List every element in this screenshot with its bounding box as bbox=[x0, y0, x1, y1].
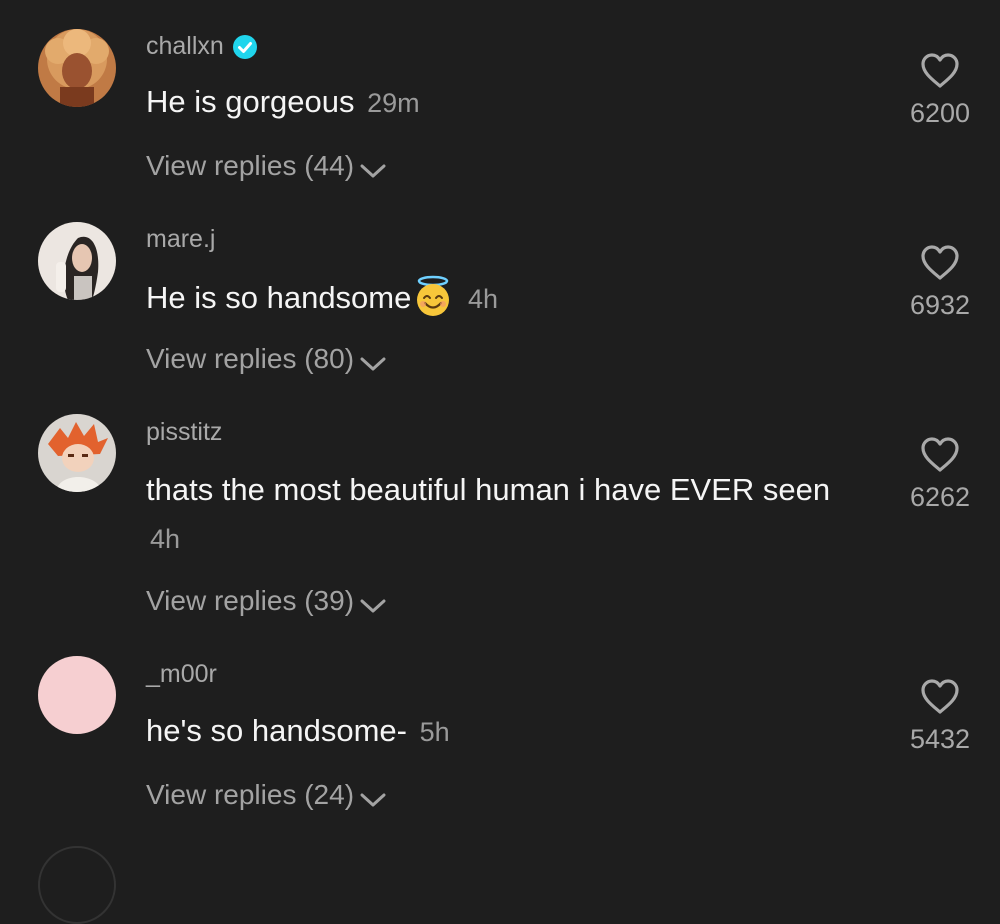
view-replies-label: View replies (39) bbox=[146, 585, 355, 616]
avatar[interactable] bbox=[38, 656, 116, 734]
like-button[interactable]: 6262 bbox=[902, 436, 978, 513]
chevron-down-icon bbox=[358, 591, 388, 613]
comment-body: he's so handsome- bbox=[146, 713, 407, 748]
verified-badge-icon bbox=[232, 34, 258, 60]
like-button[interactable]: 6200 bbox=[902, 52, 978, 129]
username[interactable]: mare.j bbox=[146, 225, 215, 254]
heart-outline-icon[interactable] bbox=[919, 244, 961, 282]
view-replies-button[interactable]: View replies (80) bbox=[146, 343, 388, 375]
avatar[interactable] bbox=[38, 414, 116, 492]
avatar[interactable] bbox=[38, 222, 116, 300]
comment-time: 29m bbox=[367, 88, 420, 118]
view-replies-label: View replies (44) bbox=[146, 150, 355, 181]
comment-text: He is so handsome 4h bbox=[146, 274, 866, 323]
comment-text: thats the most beautiful human i have EV… bbox=[146, 466, 866, 563]
comment-time: 4h bbox=[150, 524, 181, 554]
avatar[interactable] bbox=[38, 846, 116, 924]
like-button[interactable]: 6932 bbox=[902, 244, 978, 321]
smiling-face-with-halo-icon bbox=[411, 274, 455, 318]
like-button[interactable]: 5432 bbox=[902, 678, 978, 755]
username[interactable]: challxn bbox=[146, 32, 258, 61]
avatar[interactable] bbox=[38, 29, 116, 107]
comment-text: He is gorgeous 29m bbox=[146, 78, 866, 127]
username[interactable]: pisstitz bbox=[146, 418, 222, 447]
heart-outline-icon[interactable] bbox=[919, 678, 961, 716]
comment-time: 5h bbox=[419, 717, 450, 747]
comment-text: he's so handsome- 5h bbox=[146, 707, 866, 756]
chevron-down-icon bbox=[358, 785, 388, 807]
heart-outline-icon[interactable] bbox=[919, 52, 961, 90]
username-label: _m00r bbox=[146, 660, 217, 688]
view-replies-button[interactable]: View replies (39) bbox=[146, 585, 388, 617]
view-replies-label: View replies (24) bbox=[146, 779, 355, 810]
like-count: 5432 bbox=[909, 724, 971, 754]
view-replies-button[interactable]: View replies (24) bbox=[146, 779, 388, 811]
username[interactable]: _m00r bbox=[146, 660, 217, 689]
view-replies-button[interactable]: View replies (44) bbox=[146, 150, 388, 182]
username-label: pisstitz bbox=[146, 418, 223, 446]
heart-outline-icon[interactable] bbox=[919, 436, 961, 474]
comment-body: thats the most beautiful human i have EV… bbox=[146, 472, 831, 507]
comment-time: 4h bbox=[468, 284, 499, 314]
like-count: 6262 bbox=[909, 482, 971, 512]
comment-body: He is so handsome bbox=[146, 280, 412, 315]
like-count: 6932 bbox=[909, 290, 971, 320]
comment-body: He is gorgeous bbox=[146, 84, 355, 119]
like-count: 6200 bbox=[909, 98, 971, 128]
chevron-down-icon bbox=[358, 156, 388, 178]
username-label: challxn bbox=[146, 32, 224, 60]
username-label: mare.j bbox=[146, 225, 216, 253]
chevron-down-icon bbox=[358, 349, 388, 371]
view-replies-label: View replies (80) bbox=[146, 343, 355, 374]
